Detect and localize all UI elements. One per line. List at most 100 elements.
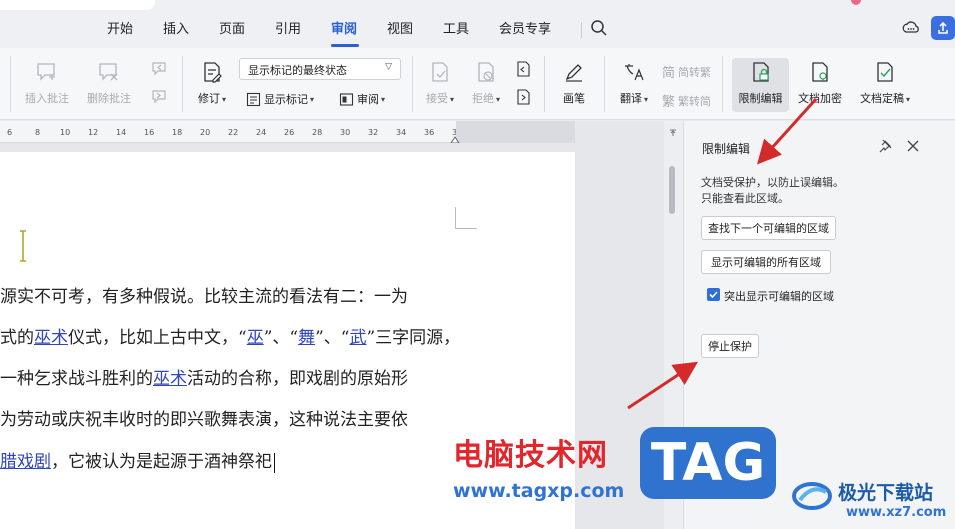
ruler-number: 32 [368, 128, 379, 137]
text-cursor-icon [20, 230, 26, 262]
menu-tools[interactable]: 工具 [443, 18, 469, 37]
doc-link[interactable]: 巫 [247, 328, 264, 348]
menu-home[interactable]: 开始 [107, 18, 133, 37]
ribbon-divider [722, 56, 723, 112]
menu-reference[interactable]: 引用 [275, 18, 301, 37]
doc-text: 活动的合称，即戏剧的原始形 [187, 369, 408, 389]
find-next-editable-button[interactable]: 查找下一个可编辑的区域 [701, 216, 836, 240]
ribbon-divider [182, 56, 183, 112]
ruler-number: 12 [88, 128, 99, 137]
accept-label: 接受 ▾ [425, 92, 454, 105]
doc-text: 仪式，比如上古中文，“ [68, 328, 247, 348]
watermark-site-name: 电脑技术网 [453, 438, 608, 473]
ribbon-divider [604, 56, 605, 112]
highlight-checkbox-label[interactable]: 突出显示可编辑的区域 [724, 288, 834, 304]
pin-icon[interactable] [878, 139, 892, 153]
panel-desc-1: 文档受保护，以防止误编辑。 [701, 176, 844, 189]
ruler-number: 20 [200, 128, 211, 137]
doc-link[interactable]: 腊戏剧 [0, 452, 51, 472]
reject-label: 拒绝 ▾ [471, 92, 500, 105]
delete-comment-label: 删除批注 [87, 92, 131, 105]
document-line-5[interactable]: 腊戏剧，它被认为是起源于酒神祭祀 [0, 447, 275, 473]
menu-insert[interactable]: 插入 [163, 18, 189, 37]
revise-icon [204, 62, 222, 83]
document-line-1[interactable]: 源实不可考，有多种假说。比较主流的看法有二：一为 [0, 282, 408, 307]
track-state-dropdown[interactable]: 显示标记的最终状态 ▽ [239, 58, 401, 80]
revise-button[interactable]: 修订 ▾ [192, 60, 232, 106]
ruler-number: 30 [340, 128, 351, 137]
to-traditional-button[interactable]: 简简转繁 [662, 62, 711, 82]
doc-finalize-icon [877, 62, 893, 82]
revise-label: 修订 ▾ [197, 92, 226, 105]
insert-comment-icon [37, 63, 55, 81]
search-icon[interactable] [590, 19, 608, 37]
translate-label: 翻译 ▾ [619, 92, 648, 105]
ruler-right-margin [456, 121, 575, 143]
watermark-brand: 极光下载站 [838, 482, 934, 504]
menu-review[interactable]: 审阅 [331, 18, 357, 37]
reject-button[interactable]: 拒绝 ▾ [466, 60, 506, 106]
menu-view[interactable]: 视图 [387, 18, 413, 37]
highlight-checkbox[interactable] [707, 288, 720, 301]
pen-icon [565, 64, 582, 82]
review-pane-button[interactable]: 审阅 ▾ [339, 91, 385, 107]
to-simplified-button[interactable]: 繁繁转简 [662, 91, 711, 111]
traditional-char-icon: 简 [662, 66, 676, 81]
doc-text: ”三字同源， [366, 328, 461, 348]
watermark-tag-logo: TAG [640, 427, 776, 499]
ribbon-divider [10, 56, 11, 112]
doc-link[interactable]: 巫术 [153, 369, 187, 389]
text-caret [274, 452, 275, 473]
indent-marker-icon[interactable] [450, 135, 460, 143]
document-line-3[interactable]: 一种乞求战斗胜利的巫术活动的合称，即戏剧的原始形 [0, 364, 408, 389]
show-all-editable-button[interactable]: 显示可编辑的所有区域 [701, 250, 831, 274]
doc-encrypt-button[interactable]: 文档加密 [794, 60, 846, 106]
translate-button[interactable]: 翻译 ▾ [612, 60, 656, 106]
document-line-4[interactable]: 为劳动或庆祝丰收时的即兴歌舞表演，这种说法主要依 [0, 405, 408, 430]
doc-text: ”、“ [263, 328, 299, 348]
doc-text: 式的 [0, 328, 34, 348]
review-pane-icon [339, 92, 354, 106]
ribbon-divider [412, 56, 413, 112]
watermark-brand-url: www.xz7.com [846, 505, 947, 520]
watermark-site-url: www.tagxp.com [453, 480, 625, 502]
menu-member[interactable]: 会员专享 [499, 18, 551, 37]
active-tab-indicator [331, 44, 359, 47]
close-icon[interactable] [906, 139, 920, 153]
next-change-icon[interactable] [514, 88, 532, 106]
document-line-2[interactable]: 式的巫术仪式，比如上古中文，“巫”、“舞”、“武”三字同源， [0, 323, 460, 348]
insert-comment-button[interactable]: 插入批注 [22, 60, 72, 106]
ribbon-toolbar: 插入批注 删除批注 修订 ▾ 显示标记的最终状态 ▽ 显示标记 ▾ 审阅 ▾ 接受 ▾ … [0, 48, 955, 120]
pen-label: 画笔 [563, 92, 585, 105]
previous-comment-icon[interactable] [150, 60, 168, 78]
ruler-number: 10 [60, 128, 71, 137]
chevron-down-icon: ▽ [385, 62, 392, 72]
doc-text: 一种乞求战斗胜利的 [0, 369, 153, 389]
doc-link[interactable]: 舞 [298, 328, 315, 348]
menu-page[interactable]: 页面 [219, 18, 245, 37]
pen-button[interactable]: 画笔 [554, 60, 594, 106]
scrollbar-thumb[interactable] [669, 166, 675, 214]
restrict-edit-label: 限制编辑 [738, 92, 783, 105]
next-comment-icon[interactable] [150, 88, 168, 106]
delete-comment-button[interactable]: 删除批注 [82, 60, 136, 106]
accept-icon [432, 62, 448, 82]
scroll-top-icon[interactable] [669, 129, 677, 137]
doc-link[interactable]: 武 [349, 328, 366, 348]
share-button[interactable] [931, 16, 955, 40]
restrict-edit-button[interactable]: 限制编辑 [732, 58, 789, 112]
cloud-icon[interactable] [902, 19, 920, 37]
accept-button[interactable]: 接受 ▾ [420, 60, 460, 106]
show-markup-button[interactable]: 显示标记 ▾ [246, 91, 314, 107]
insert-comment-label: 插入批注 [25, 92, 69, 105]
previous-change-icon[interactable] [514, 60, 532, 78]
doc-finalize-button[interactable]: 文档定稿 ▾ [856, 60, 914, 106]
doc-link[interactable]: 巫术 [34, 328, 68, 348]
doc-finalize-label: 文档定稿 ▾ [859, 92, 910, 105]
panel-desc-2: 只能查看此区域。 [701, 192, 789, 205]
stop-protect-button[interactable]: 停止保护 [701, 334, 759, 358]
check-icon [709, 291, 718, 299]
panel-title: 限制编辑 [702, 142, 751, 156]
document-tab[interactable] [0, 0, 155, 10]
ruler-number: 24 [256, 128, 267, 137]
